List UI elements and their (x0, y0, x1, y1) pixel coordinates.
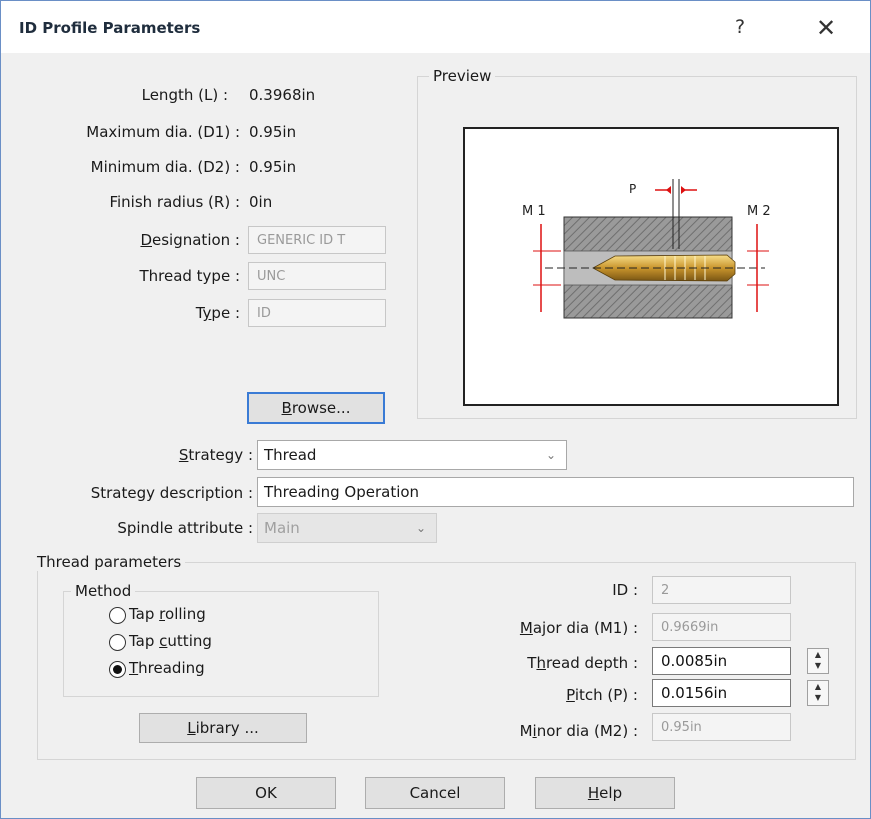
thread-depth-input[interactable]: 0.0085in (652, 647, 791, 675)
thread-parameters-label: Thread parameters (33, 553, 186, 571)
ok-button[interactable]: OK (196, 777, 336, 809)
browse-button[interactable]: Browse... (247, 392, 385, 424)
preview-group-label: Preview (429, 67, 496, 85)
thread-type-field: UNC (248, 262, 386, 290)
help-button[interactable]: Help (535, 777, 675, 809)
window-title: ID Profile Parameters (19, 19, 201, 37)
chevron-down-icon: ⌄ (415, 521, 426, 535)
method-label: Method (71, 582, 136, 600)
minor-dia-label: Minor dia (M2) : (519, 722, 638, 740)
finish-radius-label: Finish radius (R) : (109, 193, 240, 211)
tap-cutting-label[interactable]: Tap cutting (129, 632, 212, 650)
strategy-description-field[interactable]: Threading Operation (257, 477, 854, 507)
tap-cutting-radio-circle[interactable] (109, 634, 126, 651)
chevron-down-icon: ⌄ (545, 448, 556, 462)
spindle-attribute-select: Main ⌄ (257, 513, 437, 543)
cancel-button[interactable]: Cancel (365, 777, 505, 809)
thread-type-label: Thread type : (139, 267, 240, 285)
strategy-select[interactable]: Thread ⌄ (257, 440, 567, 470)
id-label: ID : (612, 581, 638, 599)
strategy-description-label: Strategy description : (90, 484, 253, 502)
pitch-label: Pitch (P) : (566, 686, 638, 704)
max-dia-value: 0.95in (249, 123, 297, 141)
spindle-attribute-label: Spindle attribute : (117, 519, 253, 537)
threading-label[interactable]: Threading (129, 659, 205, 677)
major-dia-label: Major dia (M1) : (519, 619, 638, 637)
length-label: Length (L) : (141, 86, 228, 104)
type-label: Type : (195, 304, 240, 322)
designation-label: Designation : (140, 231, 240, 249)
pitch-input[interactable]: 0.0156in (652, 679, 791, 707)
thread-tap-diagram: M 1 M 2 P (522, 179, 771, 319)
title-bar: ID Profile Parameters ? ✕ (1, 1, 870, 53)
thread-depth-spinner[interactable]: ▲ ▼ (807, 648, 829, 674)
id-profile-parameters-dialog: ID Profile Parameters ? ✕ Length (L) : 0… (0, 0, 871, 819)
threading-radio-circle[interactable] (109, 661, 126, 678)
minor-dia-field: 0.95in (652, 713, 791, 741)
finish-radius-value: 0in (249, 193, 273, 211)
strategy-label: Strategy : (178, 446, 253, 464)
max-dia-label: Maximum dia. (D1) : (86, 123, 240, 141)
tap-rolling-label[interactable]: Tap rolling (129, 605, 206, 623)
tap-rolling-radio-circle[interactable] (109, 607, 126, 624)
major-dia-field: 0.9669in (652, 613, 791, 641)
pitch-label: P (629, 182, 636, 196)
library-button[interactable]: Library ... (139, 713, 307, 743)
m2-label: M 2 (747, 204, 771, 219)
close-icon[interactable]: ✕ (809, 11, 843, 45)
preview-frame: M 1 M 2 P (463, 127, 839, 406)
designation-field: GENERIC ID T (248, 226, 386, 254)
length-value: 0.3968in (249, 86, 316, 104)
id-field: 2 (652, 576, 791, 604)
min-dia-value: 0.95in (249, 158, 297, 176)
help-icon[interactable]: ? (735, 16, 745, 38)
type-field: ID (248, 299, 386, 327)
m1-label: M 1 (522, 204, 546, 219)
thread-depth-label: Thread depth : (527, 654, 638, 672)
min-dia-label: Minimum dia. (D2) : (90, 158, 240, 176)
pitch-spinner[interactable]: ▲ ▼ (807, 680, 829, 706)
